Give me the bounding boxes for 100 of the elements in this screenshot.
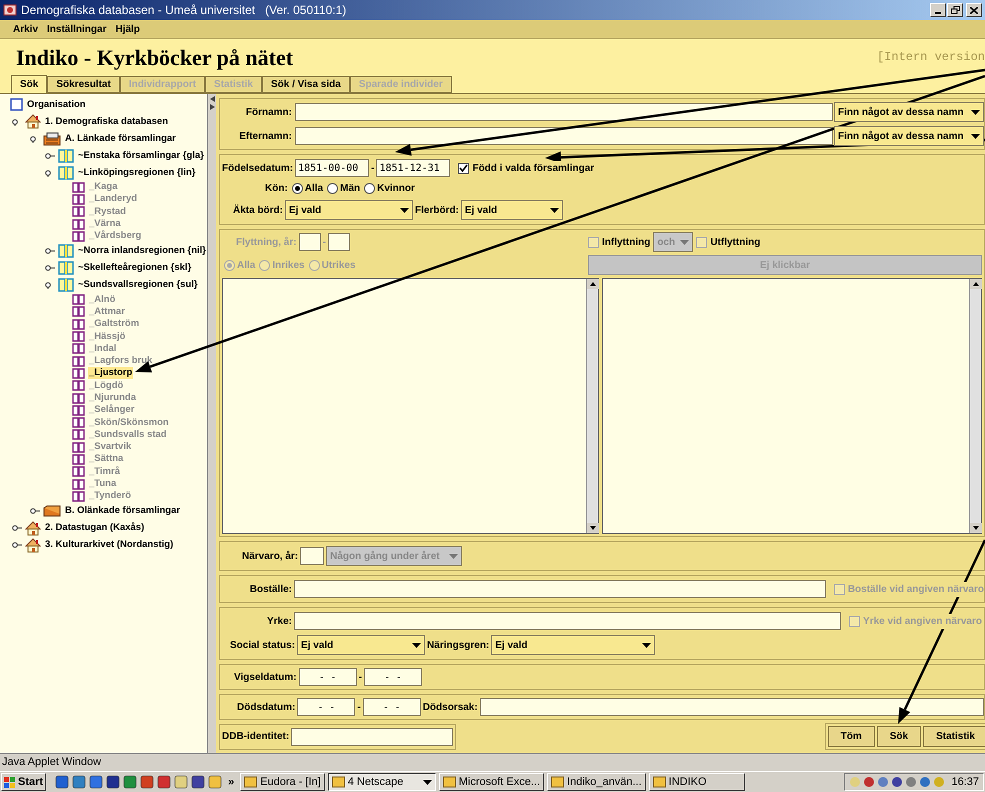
start-button[interactable]: Start xyxy=(1,773,46,791)
expand-toggle-icon[interactable] xyxy=(30,507,40,516)
quick-launch-icon[interactable] xyxy=(89,775,104,789)
dropdown[interactable]: Finn något av dessa namn xyxy=(834,126,984,146)
input-field[interactable] xyxy=(294,580,826,598)
quick-launch-icon[interactable] xyxy=(157,775,172,789)
input-field[interactable] xyxy=(295,103,833,121)
taskbar-button[interactable]: 4 Netscape xyxy=(328,773,436,791)
minimize-button[interactable] xyxy=(930,3,946,17)
scroll-down-icon[interactable] xyxy=(970,523,982,533)
caret-icon xyxy=(642,642,652,648)
tree-item[interactable]: ~Skellefteåregionen {skl} xyxy=(77,262,192,274)
tree-item[interactable]: ~Enstaka församlingar {gla} xyxy=(77,150,205,162)
tree-item[interactable]: 2. Datastugan (Kaxås) xyxy=(44,522,146,534)
book-icon xyxy=(58,260,74,276)
radio-button[interactable] xyxy=(327,183,338,194)
tab[interactable]: Sökresultat xyxy=(47,76,120,93)
dropdown[interactable]: Ej vald xyxy=(491,635,656,655)
tree-item[interactable]: A. Länkade församlingar xyxy=(64,132,177,144)
checkbox-label: Boställe vid angiven närvaro xyxy=(848,582,984,596)
tree-item[interactable]: ~Norra inlandsregionen {nil} xyxy=(76,244,207,257)
tray-icon[interactable] xyxy=(877,776,890,788)
quick-launch-icon[interactable] xyxy=(191,775,206,789)
input-field[interactable]: - - xyxy=(298,668,357,686)
expand-toggle-icon[interactable] xyxy=(12,541,22,550)
dropdown[interactable]: Ej vald xyxy=(297,635,426,655)
input-field[interactable]: - - xyxy=(362,698,421,716)
quick-launch-icon[interactable] xyxy=(123,775,138,789)
caret-icon xyxy=(550,208,559,212)
checkbox-label: Inflyttning xyxy=(602,234,650,250)
input-field[interactable] xyxy=(480,698,984,716)
expand-toggle-icon[interactable] xyxy=(45,264,55,272)
scrollbar[interactable] xyxy=(586,279,598,533)
scroll-down-icon[interactable] xyxy=(587,523,599,533)
radio-button[interactable] xyxy=(292,183,303,194)
window-icon xyxy=(652,776,666,788)
restore-icon xyxy=(950,6,960,14)
dropdown[interactable]: Finn något av dessa namn xyxy=(834,102,984,122)
tree-item[interactable]: ~Sundsvallsregionen {sul} xyxy=(77,278,199,291)
book-icon xyxy=(58,243,74,258)
quick-launch-icon[interactable] xyxy=(55,775,70,789)
tree-item[interactable]: Organisation xyxy=(26,98,87,110)
tab[interactable]: Sök / Visa sida xyxy=(262,76,350,93)
input-field[interactable]: - - xyxy=(297,698,356,716)
radio-button[interactable] xyxy=(364,183,376,194)
dropdown[interactable]: Ej vald xyxy=(285,200,413,220)
app-icon xyxy=(3,3,17,17)
menu-item[interactable]: Inställningar xyxy=(47,22,106,36)
checkbox[interactable] xyxy=(458,162,470,174)
input-field[interactable] xyxy=(295,127,833,145)
tree-item[interactable]: _Ljustorp xyxy=(88,367,134,380)
action-button[interactable]: Sök xyxy=(876,726,922,747)
scrollbar[interactable] xyxy=(969,279,981,533)
input-field[interactable]: - - xyxy=(364,668,422,686)
expand-toggle-icon[interactable] xyxy=(45,152,55,160)
tray-icon[interactable] xyxy=(891,776,904,788)
tab[interactable]: Sök xyxy=(11,75,48,93)
restore-button[interactable] xyxy=(947,3,963,17)
tray-icon[interactable] xyxy=(863,776,876,788)
tree-item[interactable]: 3. Kulturarkivet (Nordanstig) xyxy=(44,539,174,552)
menu-item[interactable]: Hjälp xyxy=(115,22,140,36)
expand-toggle-icon[interactable] xyxy=(45,246,55,255)
taskbar-button[interactable]: Eudora - [In] xyxy=(240,773,325,791)
scroll-up-icon[interactable] xyxy=(970,279,982,289)
expand-toggle-icon[interactable] xyxy=(12,524,22,532)
window-icon xyxy=(332,776,345,788)
taskbar-button[interactable]: Microsoft Exce... xyxy=(438,773,544,791)
app-title: Indiko - Kyrkböcker på nätet xyxy=(16,44,294,72)
tree-item[interactable]: B. Olänkade församlingar xyxy=(64,505,182,518)
tree-item[interactable]: 1. Demografiska databasen xyxy=(44,116,170,128)
input-field[interactable] xyxy=(298,233,321,251)
scroll-up-icon[interactable] xyxy=(587,279,599,289)
input-field[interactable] xyxy=(300,547,324,565)
caret-icon xyxy=(680,240,690,244)
status-text: Java Applet Window xyxy=(2,755,102,770)
action-button[interactable]: Statistik xyxy=(923,726,985,747)
menu-item[interactable]: Arkiv xyxy=(13,22,38,36)
house-icon xyxy=(25,114,41,129)
quick-launch-icon[interactable] xyxy=(174,775,188,789)
taskbar-button[interactable]: Indiko_använ... xyxy=(547,773,646,791)
more-icons[interactable]: » xyxy=(225,774,238,790)
book-icon xyxy=(72,478,85,490)
dropdown[interactable]: Ej vald xyxy=(460,200,563,220)
input-field[interactable] xyxy=(291,728,454,746)
input-field[interactable] xyxy=(294,612,842,630)
action-button[interactable]: Töm xyxy=(828,726,875,747)
input-field[interactable]: 1851-00-00 xyxy=(295,159,370,177)
checkbox-label: Utflyttning xyxy=(710,234,760,250)
quick-launch-icon[interactable] xyxy=(208,775,222,789)
close-button[interactable] xyxy=(966,3,982,17)
input-field[interactable] xyxy=(328,233,350,251)
quick-launch-icon[interactable] xyxy=(72,775,86,789)
quick-launch-icon[interactable] xyxy=(106,775,120,789)
quick-launch-icon[interactable] xyxy=(140,775,154,789)
tree-item[interactable]: ~Linköpingsregionen {lin} xyxy=(77,166,196,178)
tray-icon[interactable] xyxy=(905,776,918,788)
input-field[interactable]: 1851-12-31 xyxy=(376,159,450,177)
tray-icon[interactable] xyxy=(919,776,932,788)
drawer-icon xyxy=(43,505,61,518)
taskbar-button[interactable]: INDIKO xyxy=(648,773,745,791)
